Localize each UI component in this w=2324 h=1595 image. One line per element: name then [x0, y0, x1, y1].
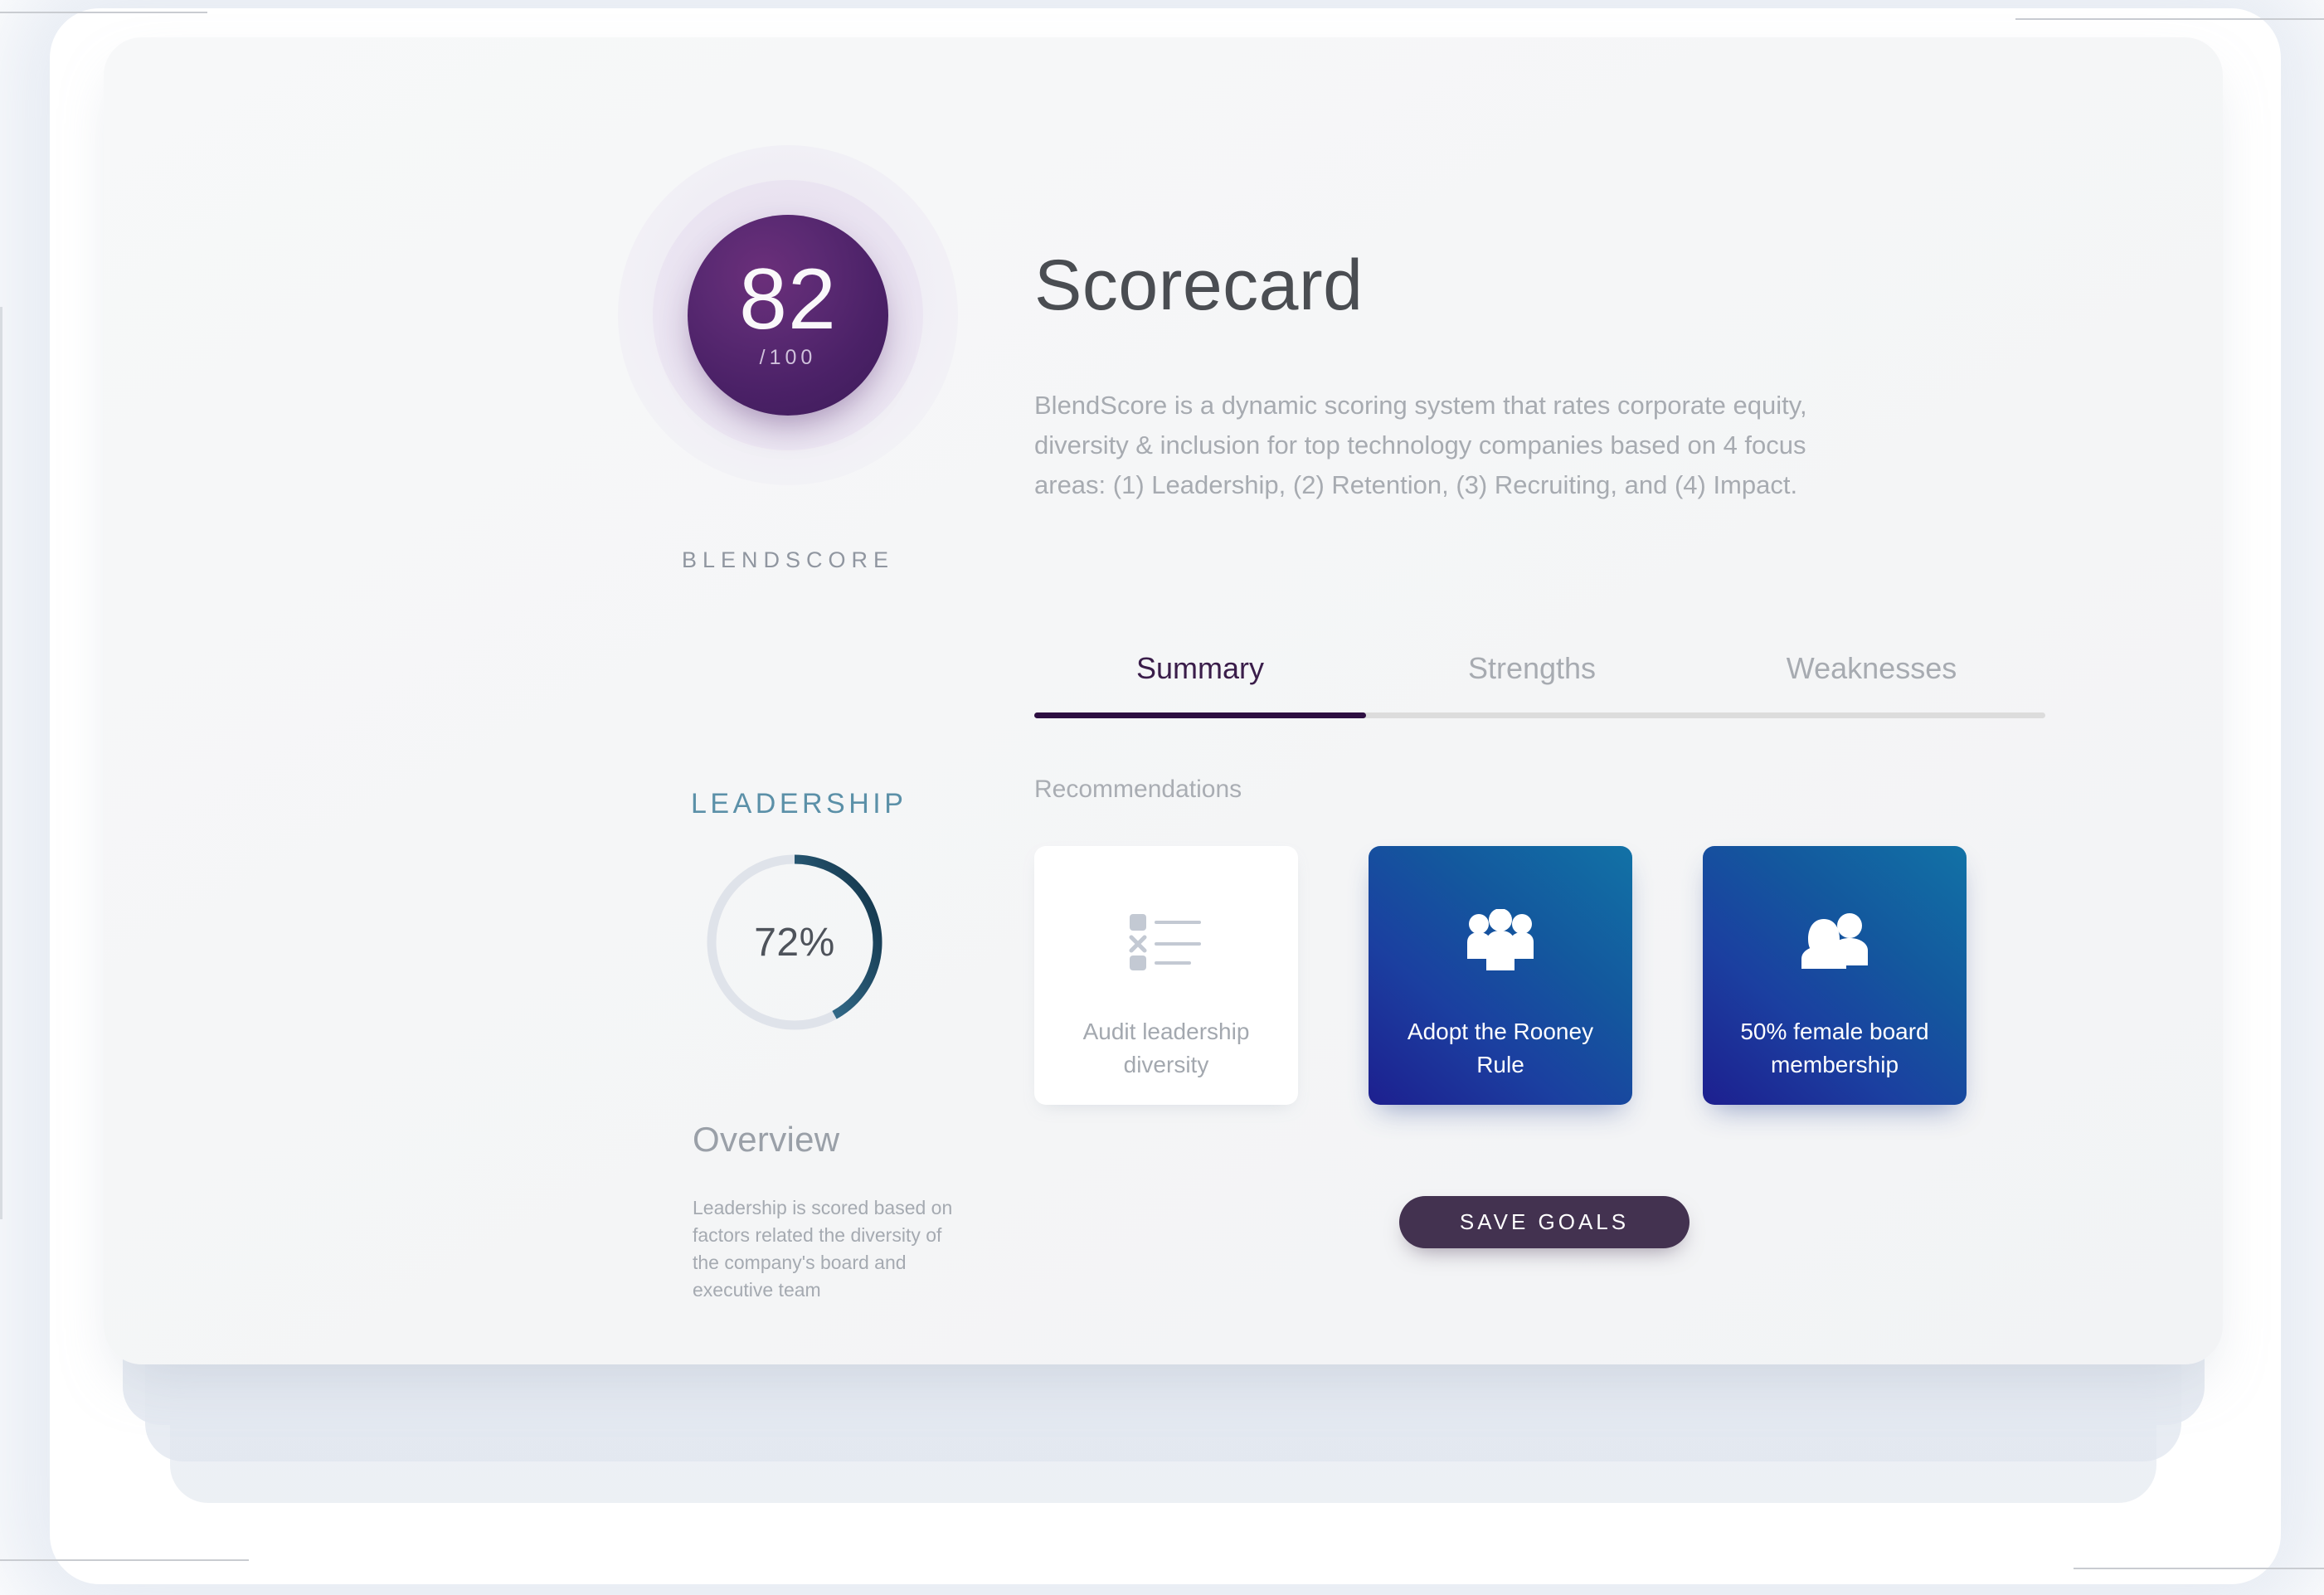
blendscore-caption: BLENDSCORE [681, 547, 895, 572]
tab-summary[interactable]: Summary [1034, 651, 1366, 712]
overview-body: Leadership is scored based on factors re… [693, 1197, 953, 1301]
blendscore-orb: 82 /100 [618, 145, 958, 485]
tab-strengths[interactable]: Strengths [1366, 651, 1698, 712]
right-column: Scorecard BlendScore is a dynamic scorin… [1034, 37, 2137, 1364]
app-root: 82 /100 BLENDSCORE LEADERSHIP 72% Overvi… [0, 0, 2324, 1595]
left-column: 82 /100 BLENDSCORE LEADERSHIP 72% Overvi… [535, 37, 999, 1364]
frame-hairline-bottom-right [2074, 1568, 2324, 1569]
frame-hairline-top-left [0, 12, 207, 13]
frame-hairline-left [0, 307, 2, 1219]
tab-bar: Summary Strengths Weaknesses [1034, 651, 2045, 718]
recommendation-card-audit-leadership-diversity[interactable]: Audit leadership diversity [1034, 846, 1298, 1105]
recommendation-card-adopt-the-rooney-rule[interactable]: Adopt the Rooney Rule [1369, 846, 1632, 1105]
blendscore-max: /100 [759, 346, 817, 370]
frame-hairline-top-right [2015, 18, 2324, 20]
people-group-icon [1464, 902, 1537, 979]
scorecard-panel: 82 /100 BLENDSCORE LEADERSHIP 72% Overvi… [104, 37, 2223, 1364]
people-pair-icon [1798, 902, 1871, 979]
orb-core: 82 /100 [688, 215, 888, 416]
page-description: BlendScore is a dynamic scoring system t… [1034, 391, 1807, 499]
blendscore-value: 82 [739, 250, 837, 348]
category-title: LEADERSHIP [691, 788, 907, 819]
tab-active-indicator [1034, 712, 1366, 718]
tab-weaknesses[interactable]: Weaknesses [1698, 651, 2045, 712]
overview-title: Overview [693, 1120, 840, 1159]
tab-row: Summary Strengths Weaknesses [1034, 651, 2045, 712]
checklist-icon [1126, 902, 1206, 979]
recommendation-label: Audit leadership diversity [1082, 1019, 1250, 1077]
recommendation-label: 50% female board membership [1740, 1019, 1929, 1077]
page-title: Scorecard [1034, 246, 1364, 325]
frame-hairline-bottom-left [0, 1559, 249, 1561]
recommendations-label: Recommendations [1034, 776, 1242, 803]
leadership-percent: 72% [754, 920, 835, 965]
recommendation-card-50-female-board-membership[interactable]: 50% female board membership [1703, 846, 1967, 1105]
save-goals-button[interactable]: SAVE GOALS [1399, 1196, 1690, 1248]
leadership-donut: 72% [701, 849, 888, 1036]
tab-track [1034, 712, 2045, 718]
recommendation-label: Adopt the Rooney Rule [1407, 1019, 1594, 1077]
recommendations-row: Audit leadership diversity Adopt the Roo… [1034, 846, 1967, 1105]
